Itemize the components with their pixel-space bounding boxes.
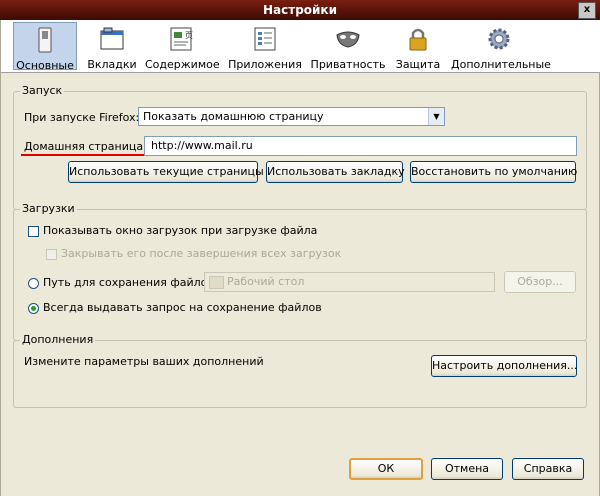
save-path-value: Рабочий стол — [227, 275, 305, 288]
tab-security[interactable]: Защита — [393, 22, 443, 71]
window-title-bar: Настройки x — [0, 0, 600, 20]
tab-tabs-label: Вкладки — [87, 58, 137, 71]
always-ask-label: Всегда выдавать запрос на сохранение фай… — [43, 301, 322, 314]
on-start-label: При запуске Firefox: — [24, 111, 140, 124]
tab-content[interactable]: 页 Содержимое — [145, 22, 220, 71]
tab-advanced[interactable]: Дополнительные — [451, 22, 551, 71]
browse-button[interactable]: Обзор... — [504, 271, 576, 293]
addons-legend: Дополнения — [20, 333, 96, 346]
window-title: Настройки — [262, 3, 337, 17]
save-path-input[interactable]: Рабочий стол — [204, 272, 495, 292]
tab-advanced-label: Дополнительные — [451, 58, 551, 71]
applications-list-icon — [254, 27, 276, 51]
save-path-label: Путь для сохранения файлов — [43, 276, 214, 289]
on-start-value: Показать домашнюю страницу — [143, 110, 324, 123]
general-switch-icon — [38, 27, 52, 53]
tab-security-label: Защита — [395, 58, 441, 71]
preferences-toolbar: Основные Вкладки 页 Содержимое Приложения… — [1, 20, 600, 73]
tab-applications[interactable]: Приложения — [227, 22, 303, 71]
addons-description: Измените параметры ваших дополнений — [24, 355, 264, 368]
manage-addons-button[interactable]: Настроить дополнения... — [431, 355, 577, 377]
close-downloads-checkbox[interactable] — [46, 249, 57, 260]
tab-content-label: Содержимое — [145, 58, 220, 71]
tab-general[interactable]: Основные — [13, 22, 77, 72]
tab-applications-label: Приложения — [228, 58, 302, 71]
on-start-select[interactable]: Показать домашнюю страницу ▼ — [138, 107, 445, 126]
ok-button[interactable]: ОК — [349, 458, 423, 480]
security-lock-icon — [409, 28, 427, 51]
preferences-window: Основные Вкладки 页 Содержимое Приложения… — [0, 20, 600, 496]
show-downloads-label: Показывать окно загрузок при загрузке фа… — [43, 224, 318, 237]
content-page-icon: 页 — [170, 27, 193, 51]
downloads-legend: Загрузки — [20, 202, 77, 215]
homepage-label: Домашняя страница: — [24, 140, 147, 153]
always-ask-radio[interactable] — [28, 303, 39, 314]
use-current-pages-button[interactable]: Использовать текущие страницы — [68, 161, 264, 183]
folder-icon — [209, 276, 224, 289]
close-downloads-label: Закрывать его после завершения всех загр… — [61, 247, 342, 260]
help-button[interactable]: Справка — [512, 458, 584, 480]
tab-privacy-label: Приватность — [310, 58, 386, 71]
tab-tabs[interactable]: Вкладки — [85, 22, 139, 71]
save-path-radio[interactable] — [28, 278, 39, 289]
startup-legend: Запуск — [20, 84, 65, 97]
close-button[interactable]: x — [578, 2, 596, 19]
advanced-gear-icon — [488, 28, 510, 50]
tab-general-label: Основные — [16, 59, 74, 72]
dropdown-arrow-icon: ▼ — [428, 108, 444, 125]
privacy-mask-icon — [336, 31, 360, 48]
svg-text:页: 页 — [185, 31, 193, 40]
restore-default-button[interactable]: Восстановить по умолчанию — [410, 161, 577, 183]
use-bookmark-button[interactable]: Использовать закладку — [266, 161, 405, 183]
show-downloads-checkbox[interactable] — [28, 226, 39, 237]
homepage-input[interactable]: http://www.mail.ru — [144, 136, 577, 156]
tab-privacy[interactable]: Приватность — [309, 22, 387, 71]
cancel-button[interactable]: Отмена — [431, 458, 503, 480]
tabs-window-icon — [100, 27, 124, 50]
